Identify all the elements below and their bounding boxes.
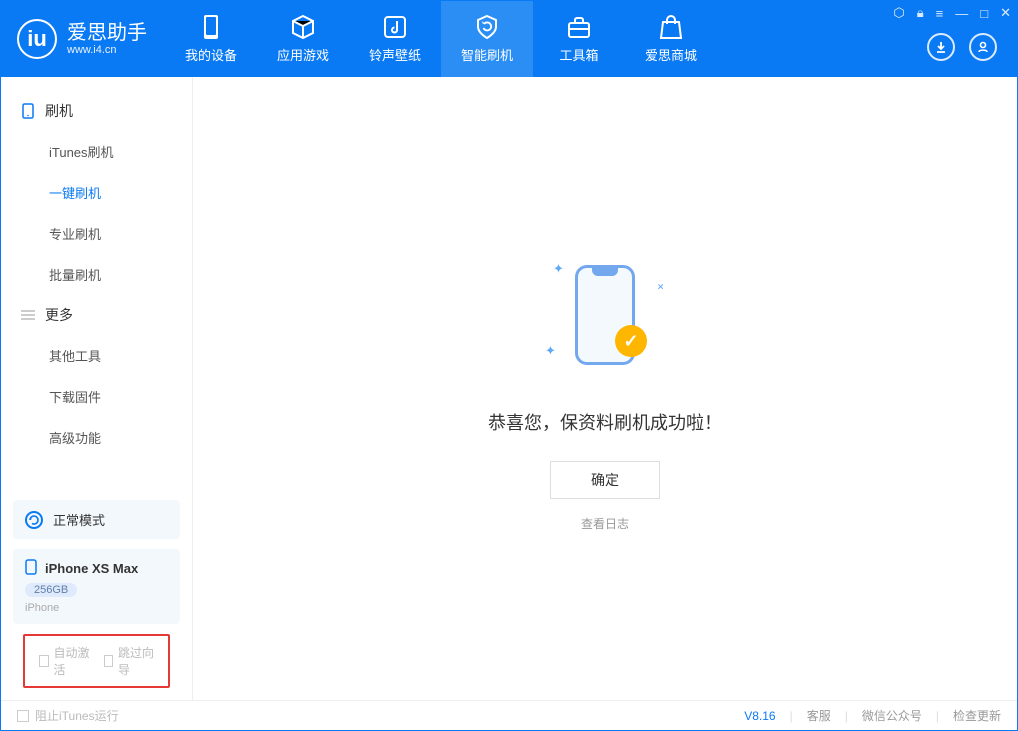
view-log-link[interactable]: 查看日志: [581, 515, 629, 532]
ok-button[interactable]: 确定: [550, 461, 660, 499]
nav: 我的设备 应用游戏 铃声壁纸 智能刷机 工具箱 爱思商城: [165, 1, 717, 77]
device-type: iPhone: [25, 602, 168, 614]
checkbox-auto-activate[interactable]: 自动激活: [39, 644, 90, 678]
close-button[interactable]: ✕: [1000, 5, 1011, 21]
shirt-icon[interactable]: ⬡: [893, 5, 904, 21]
phone-icon: [198, 14, 224, 40]
device-icon: [21, 104, 35, 118]
version-label: V8.16: [744, 709, 775, 723]
toolbox-icon: [566, 14, 592, 40]
nav-smart-flash[interactable]: 智能刷机: [441, 1, 533, 77]
download-button[interactable]: [927, 33, 955, 61]
app-url: www.i4.cn: [67, 44, 147, 56]
logo: iu 爱思助手 www.i4.cn: [1, 1, 165, 77]
sparkle-icon: ✦: [553, 261, 564, 277]
nav-ringtones[interactable]: 铃声壁纸: [349, 1, 441, 77]
sidebar-item-pro-flash[interactable]: 专业刷机: [1, 213, 192, 254]
device-card[interactable]: iPhone XS Max 256GB iPhone: [13, 549, 180, 624]
sparkle-icon: ✦: [545, 343, 556, 359]
sidebar-item-download-firmware[interactable]: 下载固件: [1, 376, 192, 417]
window-controls: ⬡ 🔒︎ ≡ — □ ✕: [893, 5, 1011, 21]
nav-my-device[interactable]: 我的设备: [165, 1, 257, 77]
phone-small-icon: [25, 559, 37, 578]
status-bar: 阻止iTunes运行 V8.16 | 客服 | 微信公众号 | 检查更新: [1, 700, 1017, 730]
sidebar-group-flash: 刷机: [1, 91, 192, 131]
app-title: 爱思助手: [67, 22, 147, 44]
music-icon: [382, 14, 408, 40]
logo-icon: iu: [17, 19, 57, 59]
checkbox-block-itunes[interactable]: 阻止iTunes运行: [17, 707, 119, 724]
list-icon: [21, 308, 35, 322]
mode-card[interactable]: 正常模式: [13, 500, 180, 539]
storage-badge: 256GB: [25, 583, 77, 597]
refresh-icon: [25, 511, 43, 529]
header: iu 爱思助手 www.i4.cn 我的设备 应用游戏 铃声壁纸 智能刷机 工具…: [1, 1, 1017, 77]
header-actions: [927, 33, 997, 61]
content: ✦ + ✦ ✓ 恭喜您，保资料刷机成功啦！ 确定 查看日志: [193, 77, 1017, 700]
nav-apps-games[interactable]: 应用游戏: [257, 1, 349, 77]
menu-icon[interactable]: ≡: [936, 6, 944, 21]
sidebar-item-oneclick-flash[interactable]: 一键刷机: [1, 172, 192, 213]
checkmark-badge-icon: ✓: [615, 325, 647, 357]
support-link[interactable]: 客服: [807, 707, 831, 724]
sidebar-item-other-tools[interactable]: 其他工具: [1, 335, 192, 376]
mode-label: 正常模式: [53, 510, 105, 529]
sidebar-group-more: 更多: [1, 295, 192, 335]
sparkle-icon: +: [653, 279, 669, 295]
sidebar: 刷机 iTunes刷机 一键刷机 专业刷机 批量刷机 更多 其他工具 下载固件 …: [1, 77, 193, 700]
checkbox-skip-guide[interactable]: 跳过向导: [104, 644, 155, 678]
minimize-button[interactable]: —: [955, 6, 968, 21]
success-message: 恭喜您，保资料刷机成功啦！: [488, 409, 722, 435]
highlighted-options: 自动激活 跳过向导: [23, 634, 170, 688]
shield-refresh-icon: [474, 14, 500, 40]
success-illustration: ✦ + ✦ ✓: [535, 245, 675, 385]
device-name: iPhone XS Max: [45, 561, 138, 576]
sidebar-item-advanced[interactable]: 高级功能: [1, 417, 192, 458]
nav-store[interactable]: 爱思商城: [625, 1, 717, 77]
sidebar-item-batch-flash[interactable]: 批量刷机: [1, 254, 192, 295]
wechat-link[interactable]: 微信公众号: [862, 707, 922, 724]
lock-icon[interactable]: 🔒︎: [917, 5, 924, 21]
check-update-link[interactable]: 检查更新: [953, 707, 1001, 724]
user-button[interactable]: [969, 33, 997, 61]
bag-icon: [658, 14, 684, 40]
sidebar-item-itunes-flash[interactable]: iTunes刷机: [1, 131, 192, 172]
maximize-button[interactable]: □: [980, 6, 988, 21]
cube-icon: [290, 14, 316, 40]
nav-toolbox[interactable]: 工具箱: [533, 1, 625, 77]
